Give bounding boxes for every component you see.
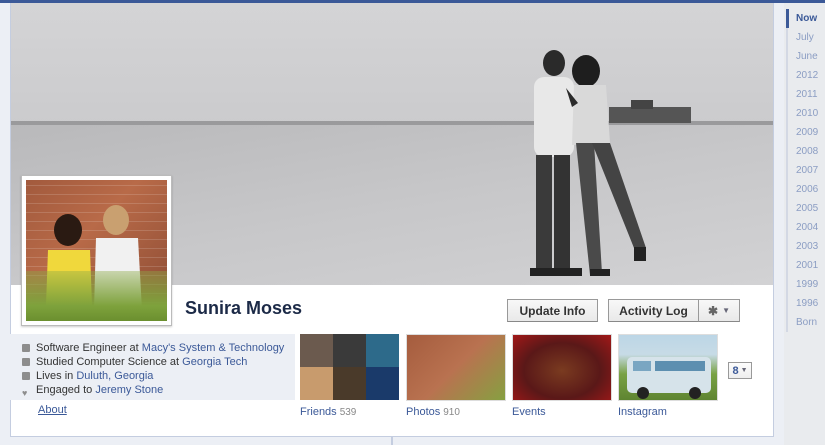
- info-lives: Lives in Duluth, Georgia: [22, 369, 284, 383]
- graduation-cap-icon: [22, 358, 30, 366]
- chevron-down-icon: ▼: [740, 367, 748, 374]
- chevron-down-icon: ▼: [722, 306, 730, 315]
- photos-count: 910: [443, 407, 460, 418]
- nav-2006[interactable]: 2006: [786, 180, 825, 199]
- info-lives-prefix: Lives in: [36, 370, 74, 382]
- nav-now[interactable]: Now: [786, 9, 825, 28]
- settings-dropdown-button[interactable]: ✱ ▼: [698, 299, 740, 322]
- nav-2001[interactable]: 2001: [786, 256, 825, 275]
- friend-avatar: [333, 367, 366, 400]
- photos-label[interactable]: Photos 910: [406, 406, 460, 418]
- info-study: Studied Computer Science at Georgia Tech: [22, 355, 284, 369]
- profile-photo: [26, 180, 167, 321]
- nav-2003[interactable]: 2003: [786, 237, 825, 256]
- friend-avatar: [300, 334, 333, 367]
- info-engaged-prefix: Engaged to: [36, 384, 93, 396]
- nav-2012[interactable]: 2012: [786, 66, 825, 85]
- about-link[interactable]: About: [38, 404, 67, 416]
- instagram-label[interactable]: Instagram: [618, 406, 667, 418]
- friend-avatar: [300, 367, 333, 400]
- nav-july[interactable]: July: [786, 28, 825, 47]
- friends-label-text: Friends: [300, 406, 337, 418]
- study-link[interactable]: Georgia Tech: [182, 355, 247, 369]
- update-info-button[interactable]: Update Info: [507, 299, 598, 322]
- gear-icon: ✱: [708, 303, 719, 318]
- instagram-thumbnail[interactable]: [618, 334, 718, 401]
- briefcase-icon: [22, 344, 30, 352]
- friend-avatar: [366, 367, 399, 400]
- nav-2008[interactable]: 2008: [786, 142, 825, 161]
- nav-2011[interactable]: 2011: [786, 85, 825, 104]
- nav-born[interactable]: Born: [786, 313, 825, 332]
- info-study-prefix: Studied Computer Science at: [36, 356, 180, 368]
- nav-2004[interactable]: 2004: [786, 218, 825, 237]
- heart-icon: ♥: [22, 388, 28, 398]
- nav-1999[interactable]: 1999: [786, 275, 825, 294]
- lives-link[interactable]: Duluth, Georgia: [76, 369, 153, 383]
- profile-name[interactable]: Sunira Moses: [185, 298, 302, 319]
- work-link[interactable]: Macy's System & Technology: [142, 341, 285, 355]
- more-apps-button[interactable]: 8 ▼: [728, 362, 752, 379]
- events-label[interactable]: Events: [512, 406, 546, 418]
- nav-2009[interactable]: 2009: [786, 123, 825, 142]
- info-work-prefix: Software Engineer at: [36, 342, 139, 354]
- nav-2010[interactable]: 2010: [786, 104, 825, 123]
- more-apps-count: 8: [732, 364, 739, 377]
- house-icon: [22, 372, 30, 380]
- timeline-year-nav: Now July June 2012 2011 2010 2009 2008 2…: [786, 9, 825, 332]
- profile-photo-grass: [26, 271, 167, 321]
- photos-thumbnail[interactable]: [406, 334, 506, 401]
- friend-avatar: [333, 334, 366, 367]
- info-engaged: ♥ Engaged to Jeremy Stone: [22, 383, 284, 398]
- photos-label-text: Photos: [406, 406, 441, 418]
- events-thumbnail[interactable]: [512, 334, 612, 401]
- profile-picture[interactable]: [21, 175, 172, 326]
- nav-2007[interactable]: 2007: [786, 161, 825, 180]
- friend-avatar: [366, 334, 399, 367]
- nav-1996[interactable]: 1996: [786, 294, 825, 313]
- friends-count: 539: [339, 407, 357, 418]
- timeline-spine: [391, 437, 393, 445]
- info-list: Software Engineer at Macy's System & Tec…: [22, 341, 284, 398]
- info-work: Software Engineer at Macy's System & Tec…: [22, 341, 284, 355]
- engaged-link[interactable]: Jeremy Stone: [95, 383, 163, 397]
- friends-label[interactable]: Friends 539: [300, 406, 356, 418]
- van-image: [627, 357, 711, 399]
- nav-2005[interactable]: 2005: [786, 199, 825, 218]
- friends-thumbnail[interactable]: [300, 334, 400, 401]
- nav-june[interactable]: June: [786, 47, 825, 66]
- activity-log-button[interactable]: Activity Log: [608, 299, 699, 322]
- cover-couple-figure: [530, 50, 646, 276]
